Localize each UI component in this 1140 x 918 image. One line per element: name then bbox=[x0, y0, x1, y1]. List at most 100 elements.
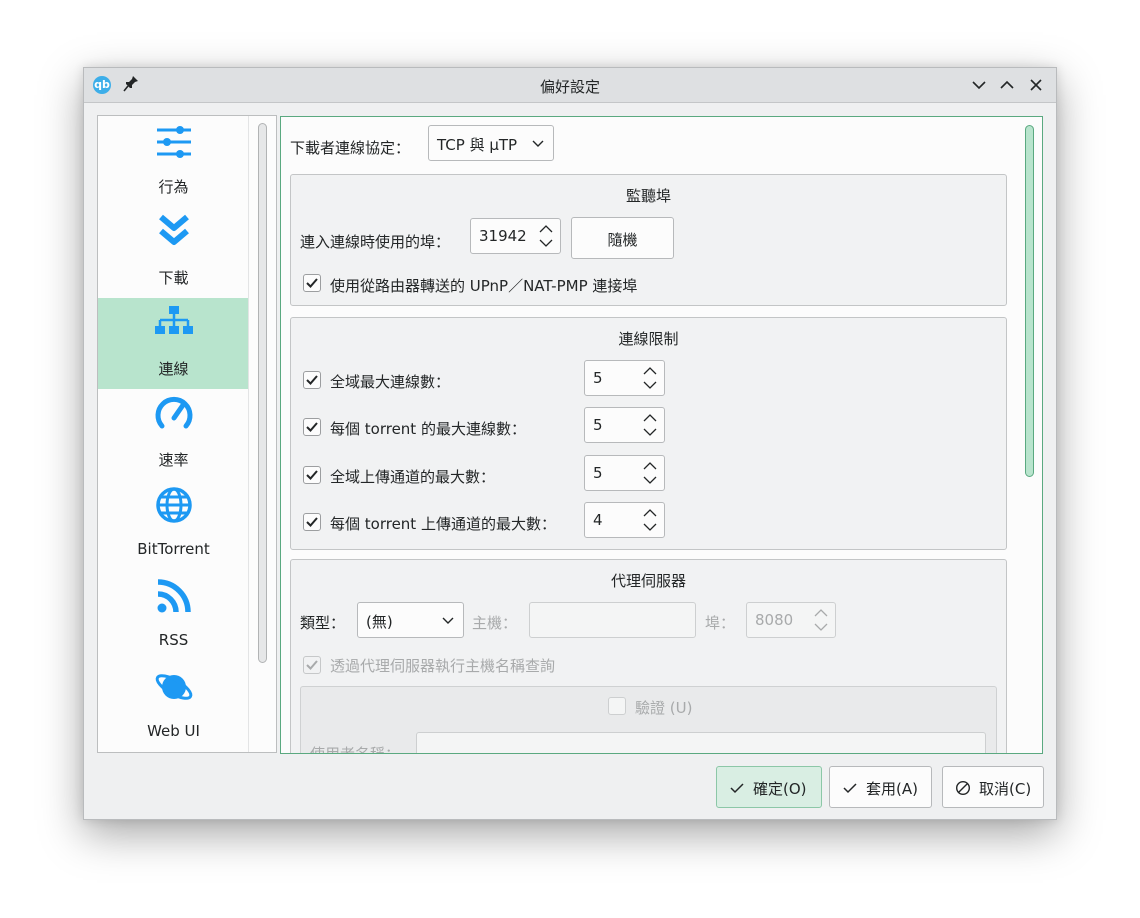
limit-label: 全域最大連線數： bbox=[330, 373, 451, 391]
global-max-upload-slots-checkbox[interactable] bbox=[303, 466, 321, 484]
spin-arrows-icon[interactable] bbox=[642, 412, 658, 438]
spin-arrows-icon[interactable] bbox=[538, 223, 554, 249]
proxy-type-value: (無) bbox=[366, 613, 393, 631]
proxy-port-spinbox[interactable]: 8080 bbox=[746, 602, 836, 638]
per-torrent-max-connections-spinbox[interactable]: 5 bbox=[584, 407, 665, 443]
global-max-connections-checkbox[interactable] bbox=[303, 371, 321, 389]
sidebar-scrollbar[interactable] bbox=[258, 123, 267, 663]
protocol-select[interactable]: TCP 與 μTP bbox=[428, 125, 554, 161]
button-label: 取消(C) bbox=[979, 780, 1032, 798]
title-bar[interactable]: qb 偏好設定 bbox=[84, 68, 1056, 103]
proxy-auth-checkbox[interactable] bbox=[608, 697, 626, 715]
per-torrent-max-connections-checkbox[interactable] bbox=[303, 418, 321, 436]
proxy-hostname-lookup-label: 透過代理伺服器執行主機名稱查詢 bbox=[330, 657, 556, 675]
rss-icon bbox=[157, 579, 191, 613]
port-spinbox[interactable]: 31942 bbox=[470, 218, 561, 254]
check-icon bbox=[306, 660, 318, 670]
proxy-port-label: 埠： bbox=[705, 614, 736, 632]
planet-icon bbox=[155, 674, 193, 700]
proxy-host-label: 主機： bbox=[472, 614, 518, 632]
ok-button[interactable]: 確定(O) bbox=[716, 766, 822, 808]
proxy-username-input[interactable] bbox=[416, 732, 986, 753]
proxy-auth-group: 驗證 (U) 使用者名稱： bbox=[300, 686, 997, 754]
check-icon bbox=[306, 517, 318, 527]
limit-value: 4 bbox=[593, 511, 603, 529]
sidebar-item-rss[interactable]: RSS bbox=[98, 571, 249, 662]
protocol-label: 下載者連線協定： bbox=[290, 139, 411, 157]
proxy-auth-label: 驗證 (U) bbox=[635, 699, 693, 717]
chevron-down-icon bbox=[442, 617, 454, 624]
cancel-icon bbox=[955, 780, 971, 796]
proxy-port-value: 8080 bbox=[755, 611, 794, 629]
connection-settings-panel: 下載者連線協定： TCP 與 μTP 監聽埠 連入連線時使用的埠： 31942 … bbox=[280, 116, 1043, 754]
limit-label: 每個 torrent 上傳通道的最大數： bbox=[330, 515, 556, 533]
check-icon bbox=[730, 783, 744, 794]
spin-arrows-icon[interactable] bbox=[642, 460, 658, 486]
protocol-value: TCP 與 μTP bbox=[437, 136, 518, 154]
spin-arrows-icon[interactable] bbox=[642, 507, 658, 533]
listening-port-group: 監聽埠 連入連線時使用的埠： 31942 隨機 使用從路由器轉送的 UPnP／N… bbox=[290, 174, 1007, 306]
proxy-type-select[interactable]: (無) bbox=[357, 602, 464, 638]
global-max-connections-spinbox[interactable]: 5 bbox=[584, 360, 665, 396]
limit-value: 5 bbox=[593, 416, 603, 434]
sidebar-item-behavior[interactable]: 行為 bbox=[98, 116, 249, 207]
close-button[interactable] bbox=[1026, 75, 1046, 95]
button-label: 套用(A) bbox=[866, 780, 918, 798]
proxy-hostname-lookup-checkbox[interactable] bbox=[303, 656, 321, 674]
upnp-checkbox[interactable] bbox=[303, 274, 321, 292]
spin-arrows-icon[interactable] bbox=[642, 365, 658, 391]
proxy-type-label: 類型： bbox=[300, 614, 346, 632]
window-title: 偏好設定 bbox=[539, 78, 600, 96]
sidebar-item-webui[interactable]: Web UI bbox=[98, 662, 249, 752]
double-chevron-down-icon bbox=[159, 214, 189, 245]
proxy-username-label: 使用者名稱： bbox=[310, 745, 401, 754]
port-value: 31942 bbox=[479, 227, 527, 245]
upnp-label: 使用從路由器轉送的 UPnP／NAT-PMP 連接埠 bbox=[330, 277, 638, 295]
button-label: 確定(O) bbox=[753, 780, 807, 798]
maximize-button[interactable] bbox=[997, 75, 1017, 95]
check-icon bbox=[306, 278, 318, 288]
sidebar-item-label: 速率 bbox=[158, 451, 189, 469]
connection-limits-group: 連線限制 全域最大連線數： 5 每個 torrent 的最大連線數： 5 全域上… bbox=[290, 317, 1007, 550]
spin-arrows-icon[interactable] bbox=[813, 607, 829, 633]
per-torrent-max-upload-slots-spinbox[interactable]: 4 bbox=[584, 502, 665, 538]
sliders-icon bbox=[157, 126, 191, 158]
sidebar-item-label: BitTorrent bbox=[137, 540, 210, 558]
content-scrollbar[interactable] bbox=[1025, 125, 1034, 477]
global-max-upload-slots-spinbox[interactable]: 5 bbox=[584, 455, 665, 491]
limit-label: 全域上傳通道的最大數： bbox=[330, 468, 496, 486]
sidebar-item-label: 連線 bbox=[158, 360, 189, 378]
limit-value: 5 bbox=[593, 369, 603, 387]
check-icon bbox=[306, 470, 318, 480]
port-label: 連入連線時使用的埠： bbox=[300, 233, 451, 251]
sidebar-item-label: 行為 bbox=[158, 178, 189, 196]
category-sidebar[interactable]: 行為 下載 連線 速率 BitTorrent RSS Web UI bbox=[97, 115, 277, 753]
sidebar-item-bittorrent[interactable]: BitTorrent bbox=[98, 480, 249, 571]
random-port-button[interactable]: 隨機 bbox=[571, 217, 674, 259]
group-title: 代理伺服器 bbox=[610, 572, 686, 590]
sidebar-item-label: Web UI bbox=[147, 722, 200, 740]
cancel-button[interactable]: 取消(C) bbox=[942, 766, 1044, 808]
chevron-down-icon bbox=[532, 140, 544, 147]
limit-label: 每個 torrent 的最大連線數： bbox=[330, 420, 526, 438]
apply-button[interactable]: 套用(A) bbox=[829, 766, 932, 808]
sidebar-item-connection[interactable]: 連線 bbox=[98, 298, 249, 389]
per-torrent-max-upload-slots-checkbox[interactable] bbox=[303, 513, 321, 531]
network-icon bbox=[155, 306, 193, 334]
sidebar-item-label: RSS bbox=[158, 631, 189, 649]
check-icon bbox=[306, 375, 318, 385]
button-label: 隨機 bbox=[607, 231, 638, 249]
minimize-button[interactable] bbox=[969, 75, 989, 95]
check-icon bbox=[306, 422, 318, 432]
sidebar-item-downloads[interactable]: 下載 bbox=[98, 207, 249, 298]
globe-icon bbox=[156, 487, 192, 523]
proxy-server-group: 代理伺服器 類型： (無) 主機： 埠： 8080 透過代理伺服器執行主機名稱查… bbox=[290, 559, 1007, 754]
sidebar-item-label: 下載 bbox=[158, 269, 189, 287]
sidebar-item-speed[interactable]: 速率 bbox=[98, 389, 249, 480]
group-title: 連線限制 bbox=[618, 330, 679, 348]
speedometer-icon bbox=[155, 396, 193, 429]
sidebar-divider bbox=[248, 116, 249, 752]
group-title: 監聽埠 bbox=[625, 187, 671, 205]
proxy-host-input[interactable] bbox=[529, 602, 696, 638]
preferences-window: qb 偏好設定 行為 下載 連線 速率 BitTorrent RSS Web U… bbox=[83, 67, 1057, 820]
